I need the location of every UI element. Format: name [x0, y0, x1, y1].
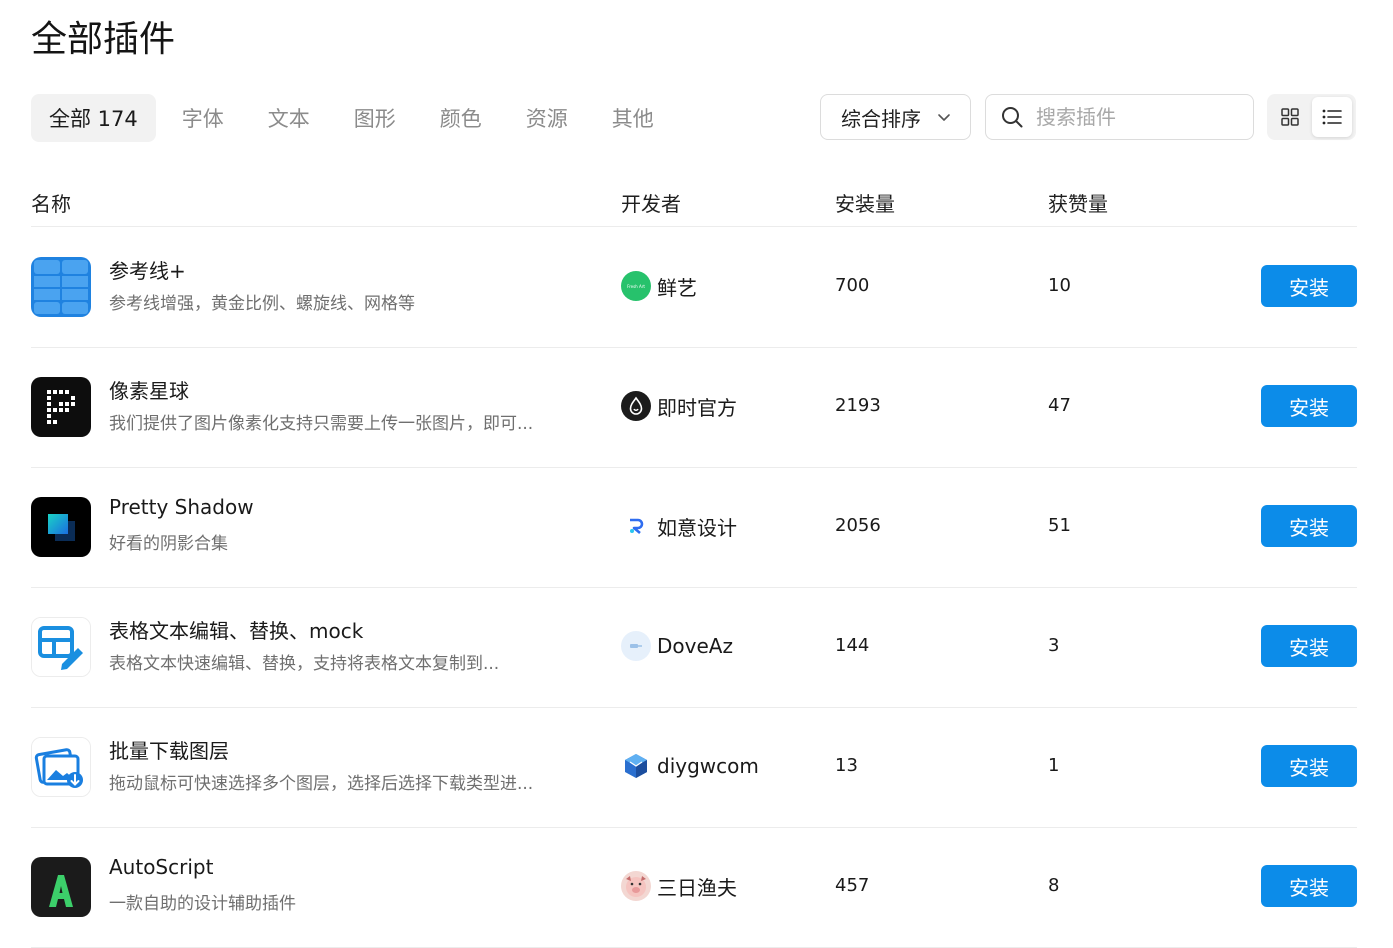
install-count: 144	[835, 635, 870, 656]
search-box[interactable]	[985, 94, 1254, 140]
filter-shape[interactable]: 图形	[336, 94, 414, 142]
list-view-button[interactable]	[1312, 97, 1352, 137]
search-icon	[1002, 107, 1023, 128]
developer[interactable]: diygwcom	[621, 751, 759, 781]
plugin-name[interactable]: AutoScript	[109, 855, 213, 879]
like-count: 3	[1048, 635, 1060, 656]
pig-avatar-icon	[621, 871, 651, 901]
filter-font[interactable]: 字体	[164, 94, 242, 142]
like-count: 8	[1048, 875, 1060, 896]
table-row[interactable]: 表格文本编辑、替换、mock 表格文本快速编辑、替换，支持将表格文本复制到...…	[31, 587, 1357, 708]
table-row[interactable]: AutoScript 一款自助的设计辅助插件 三日渔夫 457 8 安装	[31, 827, 1357, 948]
developer-name: 如意设计	[657, 515, 737, 540]
pixel-p-icon	[31, 377, 91, 437]
table-row[interactable]: 批量下载图层 拖动鼠标可快速选择多个图层，选择后选择下载类型进... diygw…	[31, 707, 1357, 828]
category-filters: 全部 174 字体 文本 图形 颜色 资源 其他	[31, 94, 672, 142]
developer[interactable]: DoveAz	[621, 631, 733, 661]
developer-avatar: Fresh Art	[621, 271, 651, 301]
install-button[interactable]: 安装	[1261, 265, 1357, 307]
table-header: 名称 开发者 安装量 获赞量	[31, 176, 1357, 227]
developer-avatar	[621, 631, 651, 661]
filter-text[interactable]: 文本	[250, 94, 328, 142]
plugin-name[interactable]: 批量下载图层	[109, 735, 229, 764]
developer-name: 即时官方	[657, 395, 737, 420]
developer-name: 三日渔夫	[657, 875, 737, 900]
install-count: 2193	[835, 395, 881, 416]
developer[interactable]: 即时官方	[621, 391, 737, 421]
filter-other[interactable]: 其他	[594, 94, 672, 142]
grid-view-icon	[1281, 108, 1299, 126]
drop-logo-icon	[621, 391, 651, 421]
view-toggle	[1267, 94, 1356, 140]
plugin-description: 我们提供了图片像素化支持只需要上传一张图片，即可...	[109, 414, 534, 434]
column-name: 名称	[31, 192, 71, 216]
column-developer: 开发者	[621, 192, 681, 216]
install-count: 700	[835, 275, 870, 296]
developer[interactable]: 如意设计	[621, 511, 737, 541]
install-count: 457	[835, 875, 870, 896]
image-download-icon	[31, 737, 91, 797]
plugin-name[interactable]: 参考线+	[109, 255, 186, 284]
like-count: 10	[1048, 275, 1071, 296]
like-count: 1	[1048, 755, 1060, 776]
filter-all[interactable]: 全部 174	[31, 94, 156, 142]
plugin-description: 好看的阴影合集	[109, 534, 228, 554]
developer[interactable]: Fresh Art 鲜艺	[621, 271, 697, 301]
plugin-name[interactable]: Pretty Shadow	[109, 495, 254, 519]
search-input[interactable]	[1034, 104, 1238, 130]
table-row[interactable]: 参考线+ 参考线增强，黄金比例、螺旋线、网格等 Fresh Art 鲜艺 700…	[31, 227, 1357, 348]
developer[interactable]: 三日渔夫	[621, 871, 737, 901]
table-row[interactable]: 像素星球 我们提供了图片像素化支持只需要上传一张图片，即可... 即时官方 21…	[31, 347, 1357, 468]
sort-select[interactable]: 综合排序	[820, 94, 971, 140]
column-likes: 获赞量	[1048, 192, 1108, 216]
install-button[interactable]: 安装	[1261, 385, 1357, 427]
plugin-description: 参考线增强，黄金比例、螺旋线、网格等	[109, 294, 415, 314]
grid-lines-icon	[31, 257, 91, 317]
install-count: 2056	[835, 515, 881, 536]
avatar-text: Fresh Art	[627, 283, 645, 289]
r-logo-icon	[621, 511, 651, 541]
like-count: 47	[1048, 395, 1071, 416]
shadow-square-icon	[31, 497, 91, 557]
install-button[interactable]: 安装	[1261, 865, 1357, 907]
list-view-icon	[1322, 109, 1342, 125]
column-installs: 安装量	[835, 192, 895, 216]
plugin-description: 拖动鼠标可快速选择多个图层，选择后选择下载类型进...	[109, 774, 534, 794]
filter-color[interactable]: 颜色	[422, 94, 500, 142]
developer-name: diygwcom	[657, 754, 759, 778]
grid-view-button[interactable]	[1270, 97, 1310, 137]
install-button[interactable]: 安装	[1261, 745, 1357, 787]
cube-logo-icon	[621, 751, 651, 781]
filter-resource[interactable]: 资源	[508, 94, 586, 142]
table-edit-icon	[31, 617, 91, 677]
developer-name: DoveAz	[657, 634, 733, 658]
install-count: 13	[835, 755, 858, 776]
chevron-down-icon	[938, 114, 950, 121]
developer-name: 鲜艺	[657, 275, 697, 300]
sort-select-value: 综合排序	[841, 106, 921, 131]
like-count: 51	[1048, 515, 1071, 536]
plugin-description: 表格文本快速编辑、替换，支持将表格文本复制到...	[109, 654, 500, 674]
plugin-name[interactable]: 表格文本编辑、替换、mock	[109, 615, 363, 644]
install-button[interactable]: 安装	[1261, 505, 1357, 547]
page-title: 全部插件	[31, 19, 176, 60]
install-button[interactable]: 安装	[1261, 625, 1357, 667]
letter-a-icon	[31, 857, 91, 917]
table-row[interactable]: Pretty Shadow 好看的阴影合集 如意设计 2056 51 安装	[31, 467, 1357, 588]
plugin-name[interactable]: 像素星球	[109, 375, 189, 404]
